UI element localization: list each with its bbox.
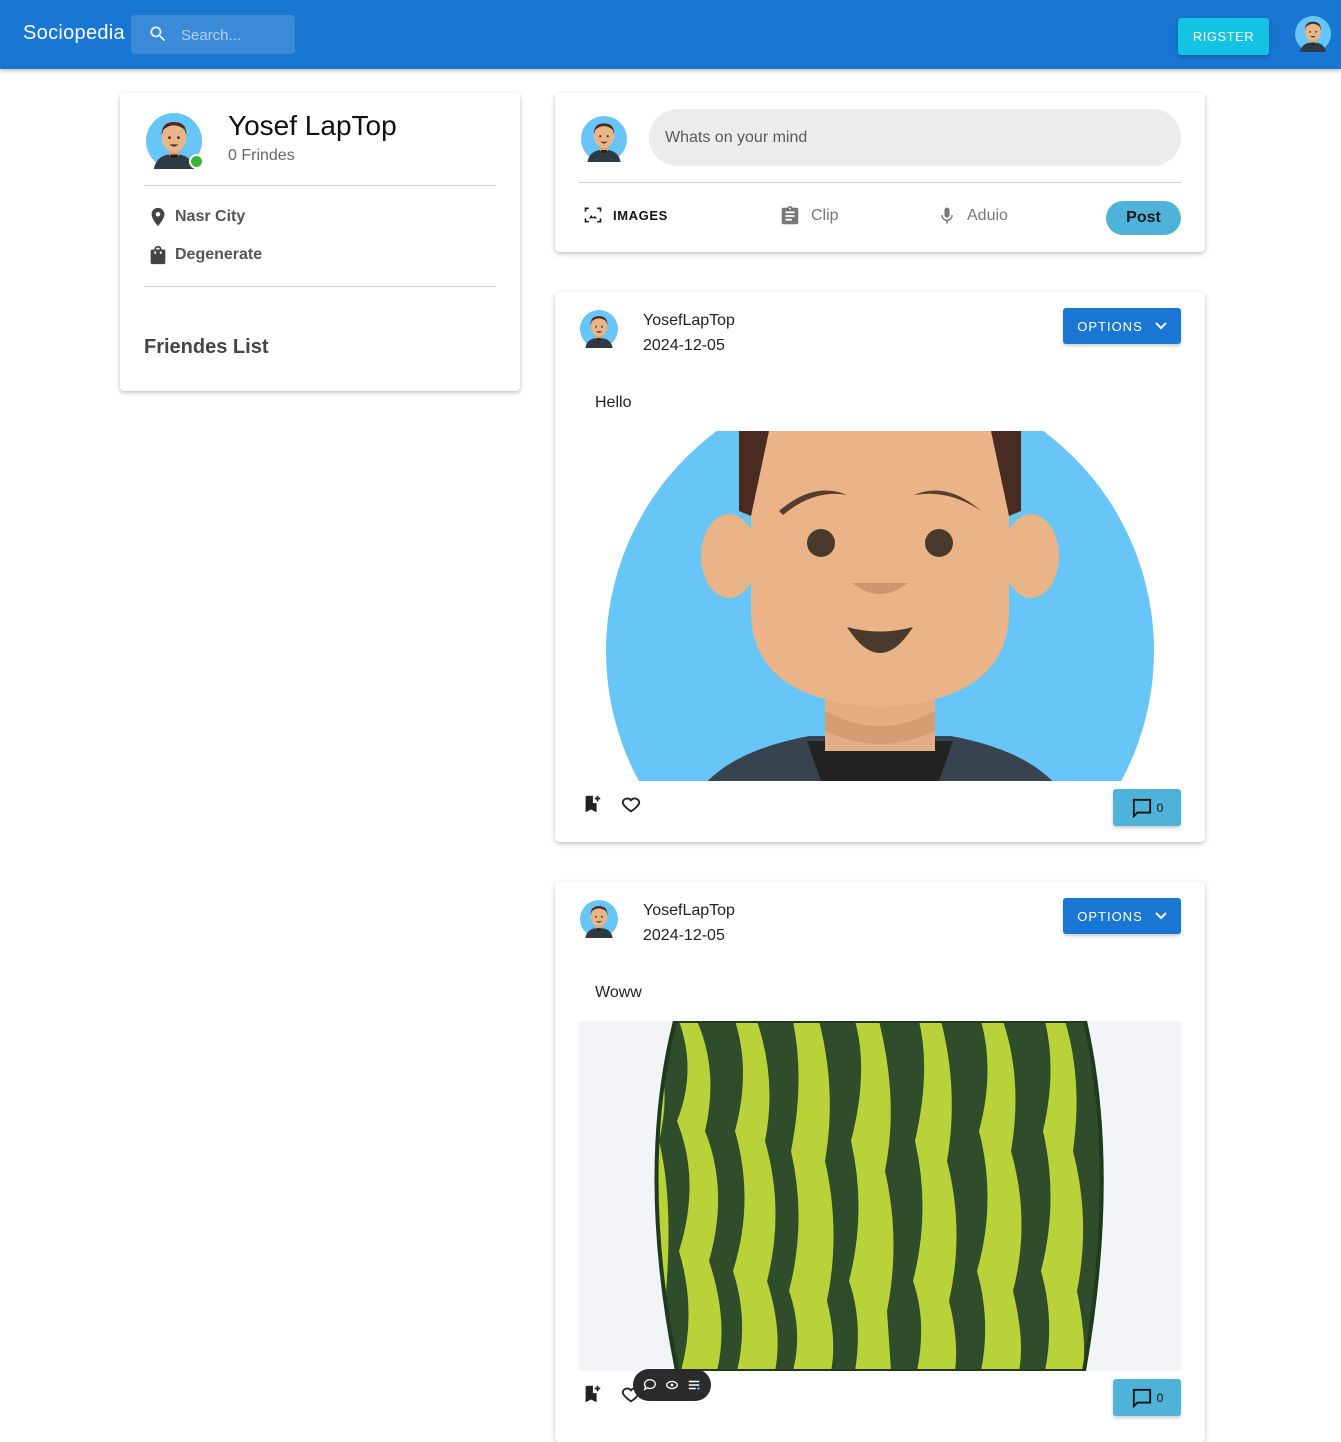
avatar-illustration <box>606 431 1154 781</box>
microphone-icon <box>941 207 953 224</box>
composer-avatar[interactable] <box>581 114 627 162</box>
friends-count: 0 Frindes <box>228 147 295 164</box>
shopping-bag-icon <box>150 245 166 265</box>
brand-logo[interactable]: Sociopedia <box>23 22 125 45</box>
divider <box>144 185 496 186</box>
chevron-down-icon <box>1155 912 1167 920</box>
options-button[interactable]: OPTIONS <box>1063 308 1181 344</box>
comment-icon <box>1132 798 1151 818</box>
clipboard-icon <box>781 205 799 225</box>
post-author-name[interactable]: YosefLapTop <box>643 312 735 330</box>
divider <box>579 182 1181 183</box>
image-edit-icon <box>584 207 602 223</box>
location-text: Nasr City <box>175 208 246 225</box>
user-avatar[interactable] <box>1295 16 1331 52</box>
post-image[interactable] <box>579 1021 1181 1371</box>
eye-icon[interactable] <box>665 1378 679 1392</box>
post-author-name[interactable]: YosefLapTop <box>643 902 735 920</box>
online-status-dot <box>189 154 204 169</box>
audio-label: Aduio <box>967 207 1008 224</box>
search-box[interactable] <box>131 15 295 54</box>
search-input[interactable] <box>179 24 293 46</box>
post-author-avatar[interactable] <box>580 898 618 938</box>
options-button[interactable]: OPTIONS <box>1063 898 1181 934</box>
comment-icon <box>1132 1388 1151 1408</box>
post-date: 2024-12-05 <box>643 927 725 944</box>
comments-button[interactable]: 0 <box>1113 1379 1181 1416</box>
post-text: Hello <box>595 394 632 411</box>
search-icon <box>150 26 166 42</box>
floating-toolbar <box>633 1369 711 1401</box>
profile-name[interactable]: Yosef LapTop <box>228 110 397 142</box>
occupation-text: Degenerate <box>175 246 263 263</box>
comments-count: 0 <box>1156 1390 1164 1405</box>
register-button[interactable]: RIGSTER <box>1178 18 1269 55</box>
audio-tool[interactable]: Aduio <box>937 205 1008 227</box>
clip-label: Clip <box>811 207 839 224</box>
top-app-bar: Sociopedia RIGSTER <box>0 0 1341 69</box>
friends-list-title: Friendes List <box>144 336 269 358</box>
heart-icon[interactable] <box>620 793 642 815</box>
comments-button[interactable]: 0 <box>1113 789 1181 826</box>
divider <box>144 286 496 287</box>
watermelon-photo <box>654 1021 1104 1371</box>
bookmark-add-icon[interactable] <box>581 793 603 815</box>
post-author-avatar[interactable] <box>580 308 618 348</box>
options-label: OPTIONS <box>1077 908 1143 924</box>
images-tool[interactable]: IMAGES <box>583 205 668 225</box>
post-text: Woww <box>595 984 642 1001</box>
post-button[interactable]: Post <box>1106 201 1181 235</box>
post-image[interactable] <box>579 431 1181 781</box>
location-row: Nasr City <box>147 204 245 230</box>
chat-bubble-icon[interactable] <box>643 1378 657 1392</box>
comments-count: 0 <box>1156 800 1164 815</box>
clip-tool[interactable]: Clip <box>779 205 839 227</box>
list-icon[interactable] <box>687 1378 701 1392</box>
images-label: IMAGES <box>613 207 668 223</box>
post-date: 2024-12-05 <box>643 337 725 354</box>
bookmark-add-icon[interactable] <box>581 1383 603 1405</box>
location-pin-icon <box>151 207 165 227</box>
options-label: OPTIONS <box>1077 318 1143 334</box>
chevron-down-icon <box>1155 322 1167 330</box>
occupation-row: Degenerate <box>147 242 262 268</box>
post-text-input[interactable] <box>649 109 1181 166</box>
